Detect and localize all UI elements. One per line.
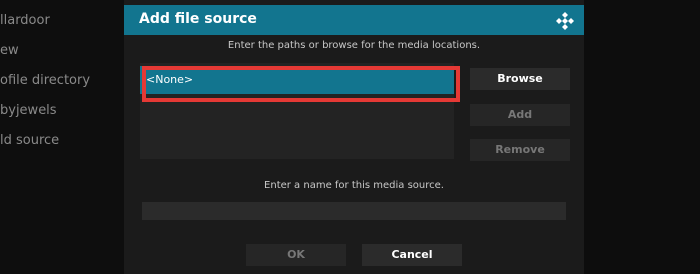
name-instruction: Enter a name for this media source. [264, 180, 444, 191]
paths-instruction: Enter the paths or browse for the media … [227, 40, 481, 51]
remove-button[interactable]: Remove [470, 139, 570, 161]
dialog-title: Add file source [139, 11, 257, 27]
ok-button[interactable]: OK [246, 244, 346, 266]
add-source-dialog: Add file source Enter the paths or brows… [124, 0, 584, 274]
source-name-input[interactable] [142, 202, 566, 220]
add-button[interactable]: Add [470, 104, 570, 126]
selection-highlight [142, 66, 460, 102]
background-menu-item: ofile directory [0, 73, 91, 88]
background-menu-item: byjewels [0, 103, 57, 118]
background-menu-item: ew [0, 43, 19, 58]
background-menu-item: llardoor [0, 13, 50, 28]
browse-button[interactable]: Browse [470, 68, 570, 90]
background-menu-item: ld source [0, 133, 60, 148]
kodi-logo-icon [556, 12, 574, 30]
cancel-button[interactable]: Cancel [362, 244, 462, 266]
background-panel [584, 0, 700, 274]
background-menu: llardoor ew ofile directory byjewels ld … [0, 0, 124, 274]
dialog-titlebar: Add file source [124, 5, 584, 35]
